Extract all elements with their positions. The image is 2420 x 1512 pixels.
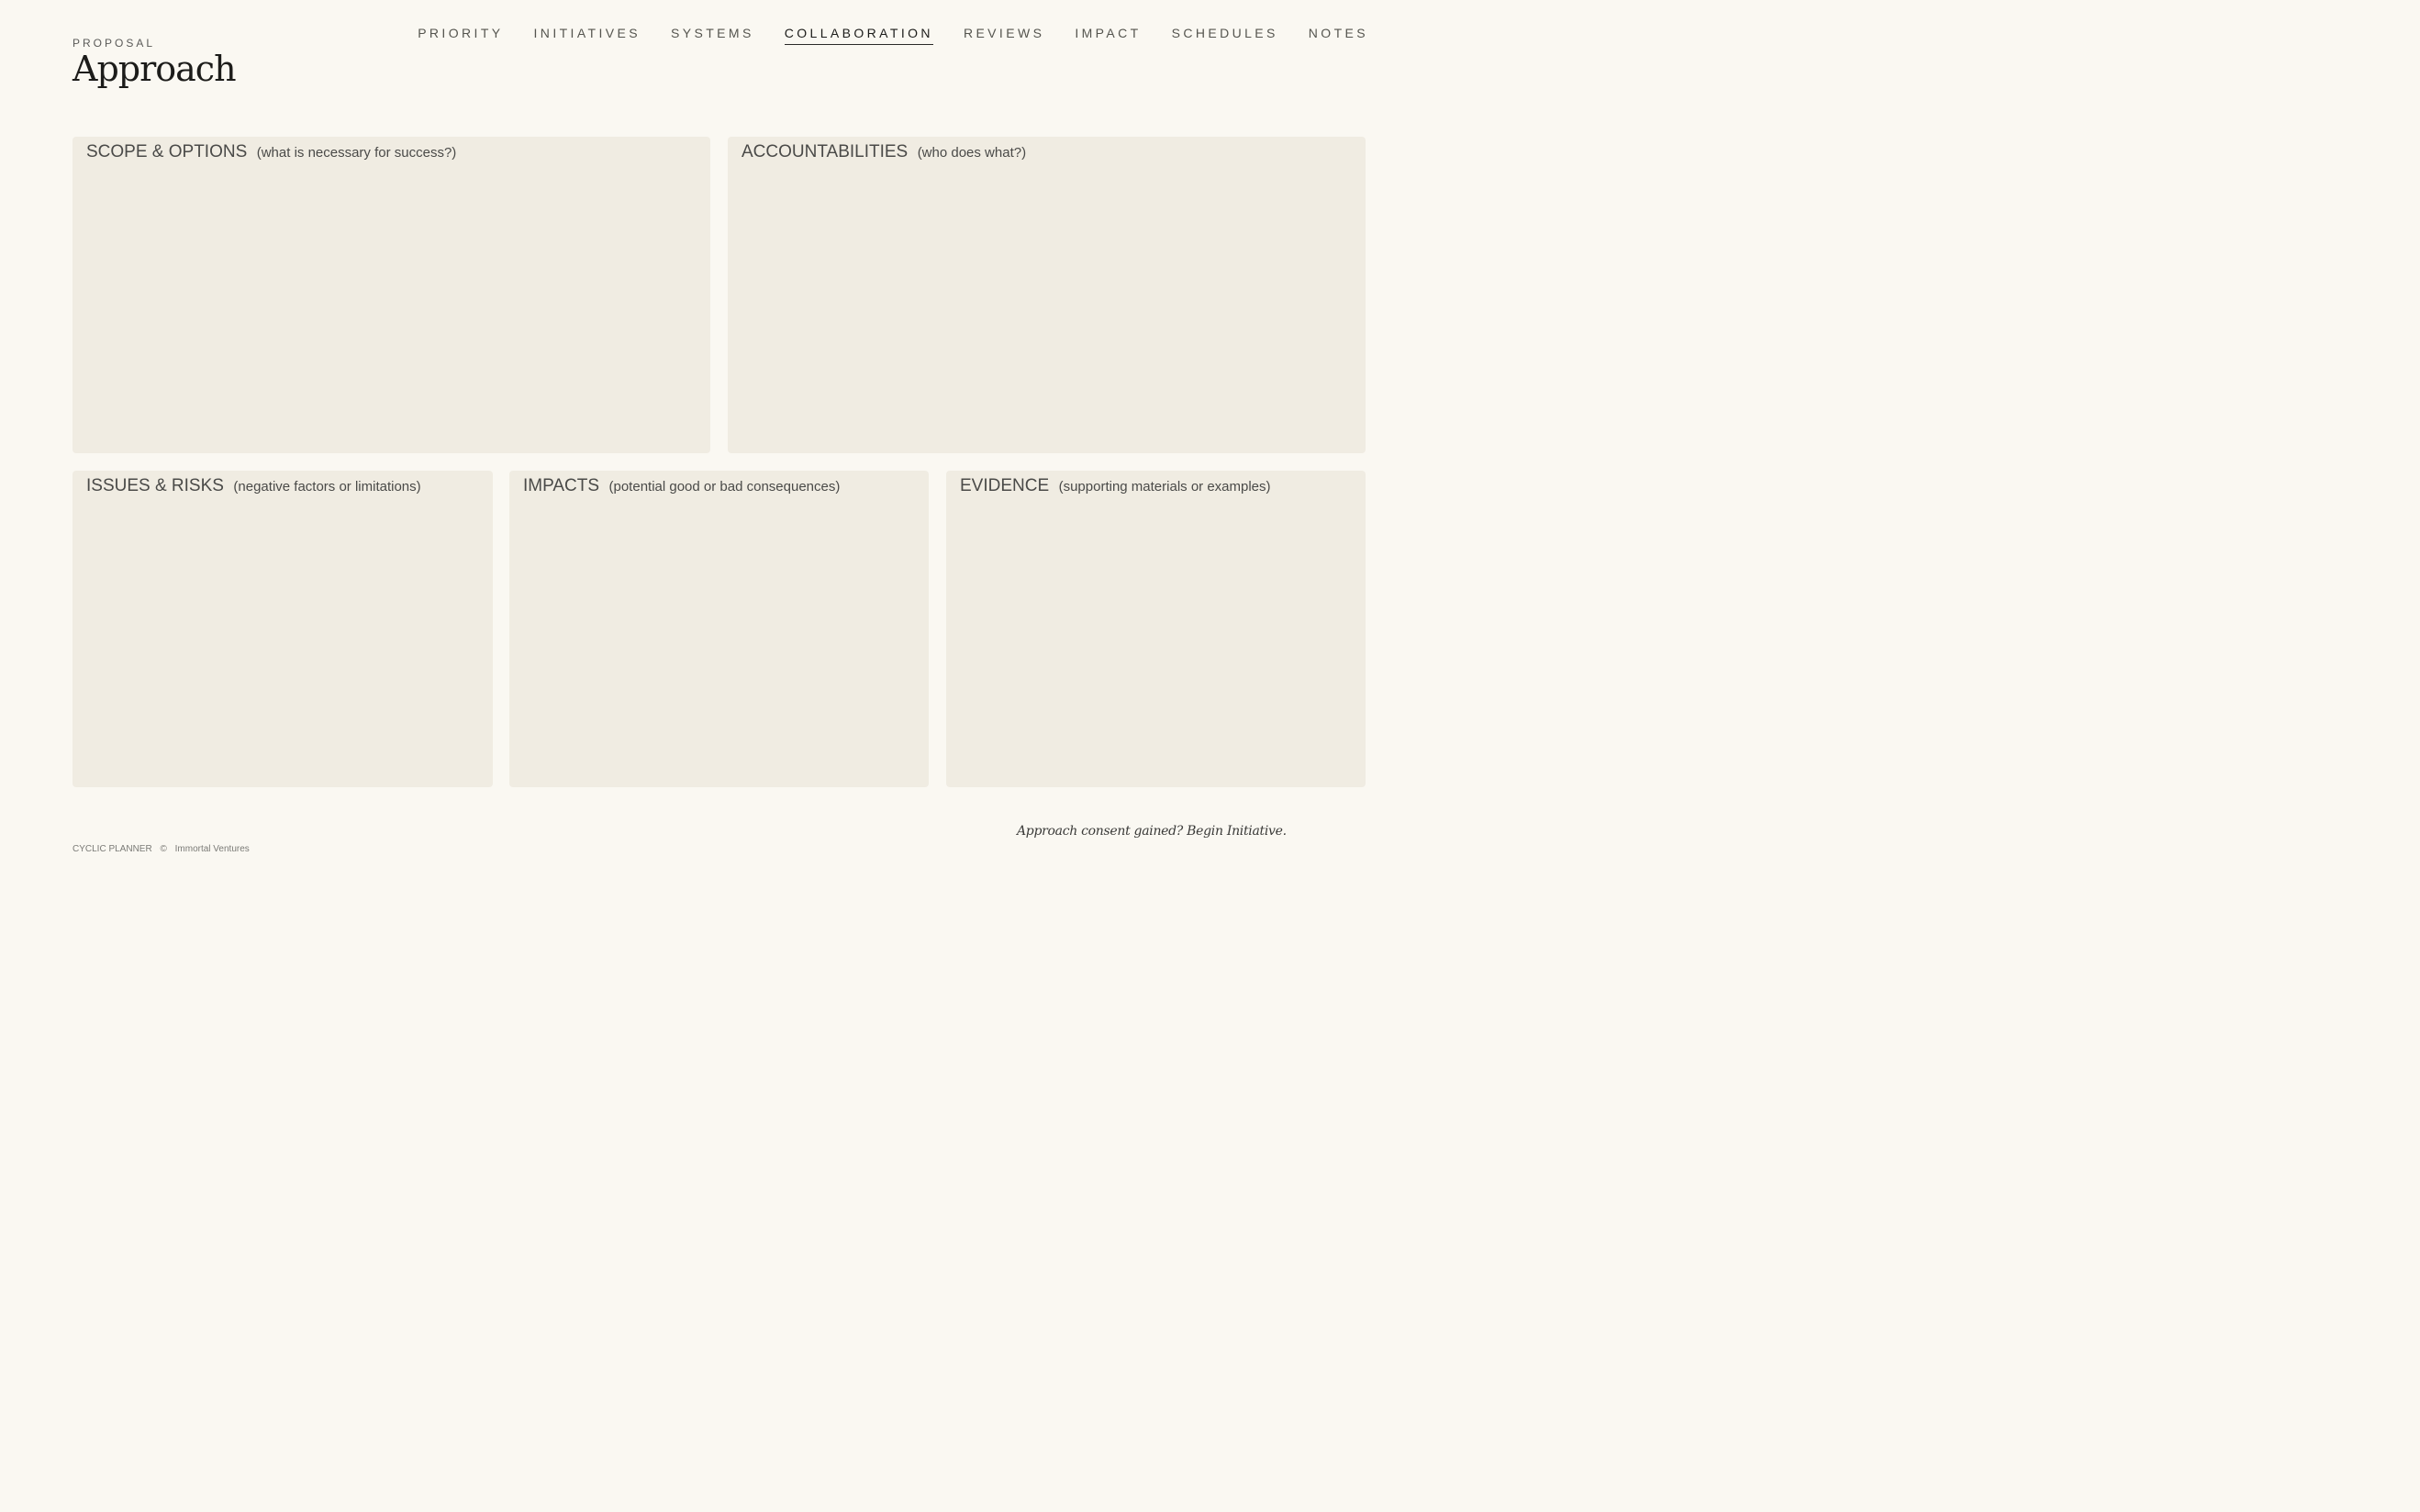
nav-item-systems[interactable]: SYSTEMS: [671, 26, 754, 45]
top-nav: PRIORITY INITIATIVES SYSTEMS COLLABORATI…: [387, 26, 1368, 45]
panel-subtitle: (supporting materials or examples): [1058, 479, 1271, 495]
panel-subtitle: (potential good or bad consequences): [608, 479, 841, 495]
nav-item-notes[interactable]: NOTES: [1309, 26, 1368, 45]
panel-header: EVIDENCE (supporting materials or exampl…: [960, 476, 1271, 496]
nav-item-initiatives[interactable]: INITIATIVES: [534, 26, 641, 45]
panel-title: ISSUES & RISKS: [86, 476, 224, 495]
panel-header: ISSUES & RISKS (negative factors or limi…: [86, 476, 421, 496]
panel-title: ACCOUNTABILITIES: [742, 142, 909, 161]
nav-item-schedules[interactable]: SCHEDULES: [1172, 26, 1278, 45]
page-eyebrow: PROPOSAL: [72, 37, 156, 50]
panel-evidence[interactable]: EVIDENCE (supporting materials or exampl…: [946, 471, 1366, 787]
page-title: Approach: [72, 49, 237, 89]
page-header: PROPOSAL Approach: [72, 37, 237, 89]
panel-header: SCOPE & OPTIONS (what is necessary for s…: [86, 142, 456, 162]
panel-subtitle: (who does what?): [917, 145, 1027, 161]
panel-title: SCOPE & OPTIONS: [86, 142, 248, 161]
copyright-icon: ©: [160, 844, 167, 854]
nav-item-priority[interactable]: PRIORITY: [418, 26, 503, 45]
panel-header: ACCOUNTABILITIES (who does what?): [742, 142, 1026, 162]
panel-subtitle: (what is necessary for success?): [256, 145, 457, 161]
footer-company: Immortal Ventures: [174, 844, 250, 854]
nav-item-reviews[interactable]: REVIEWS: [964, 26, 1044, 45]
panel-scope-options[interactable]: SCOPE & OPTIONS (what is necessary for s…: [72, 137, 710, 453]
nav-item-collaboration[interactable]: COLLABORATION: [784, 26, 933, 45]
panel-title: IMPACTS: [523, 476, 600, 495]
panel-accountabilities[interactable]: ACCOUNTABILITIES (who does what?): [728, 137, 1366, 453]
nav-item-impact[interactable]: IMPACT: [1075, 26, 1141, 45]
panel-title: EVIDENCE: [960, 476, 1050, 495]
panel-issues-risks[interactable]: ISSUES & RISKS (negative factors or limi…: [72, 471, 493, 787]
panel-header: IMPACTS (potential good or bad consequen…: [523, 476, 840, 496]
footer-app-name: CYCLIC PLANNER: [72, 844, 152, 854]
panel-impacts[interactable]: IMPACTS (potential good or bad consequen…: [509, 471, 929, 787]
panel-subtitle: (negative factors or limitations): [233, 479, 421, 495]
begin-initiative-link[interactable]: Approach consent gained? Begin Initiativ…: [1017, 824, 1287, 839]
footer-credits: CYCLIC PLANNER © Immortal Ventures: [72, 844, 255, 854]
